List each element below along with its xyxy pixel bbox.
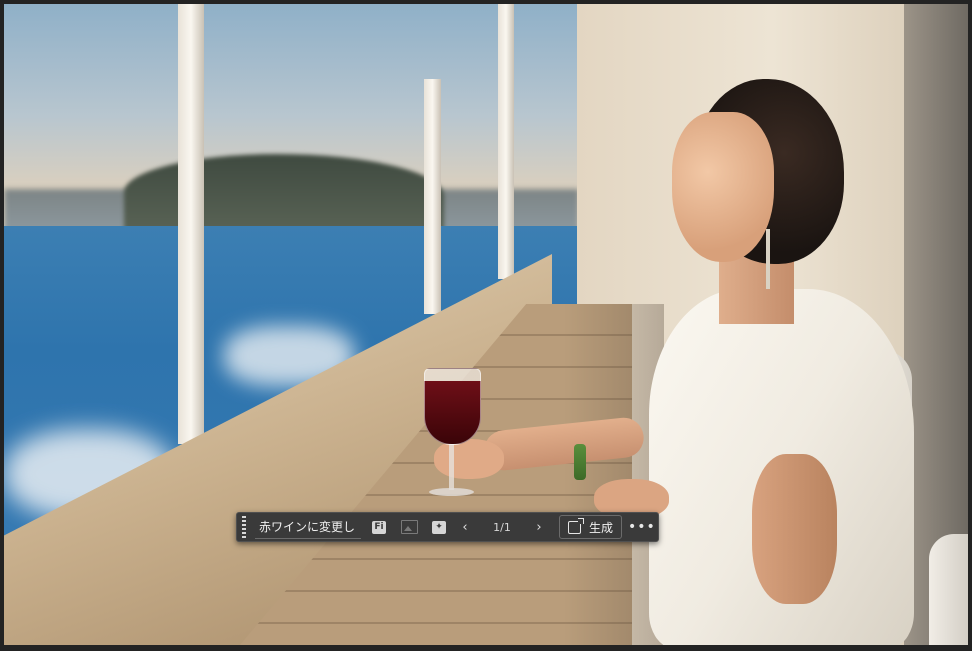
woman-arm: [752, 454, 837, 604]
firefly-icon: Fi: [372, 520, 386, 534]
chevron-left-icon: ‹: [462, 519, 468, 535]
wine-glass-stem: [449, 442, 454, 490]
contextual-task-bar: 赤ワインに変更し Fi ✦ ‹ 1/1 › 生成 •••: [236, 512, 659, 542]
prompt-input[interactable]: 赤ワインに変更し: [255, 515, 361, 539]
woman-hand: [434, 439, 504, 479]
next-variation-button[interactable]: ›: [527, 515, 551, 539]
generative-fill-button[interactable]: ✦: [427, 515, 451, 539]
railing-pole: [498, 4, 514, 279]
railing-pole: [424, 79, 441, 314]
more-options-icon: •••: [628, 519, 656, 535]
document-canvas[interactable]: [4, 4, 968, 645]
bracelet: [574, 444, 586, 480]
generate-icon: [568, 517, 584, 534]
earring: [766, 229, 770, 289]
variation-counter: 1/1: [493, 520, 511, 534]
firefly-button[interactable]: Fi: [367, 515, 391, 539]
generate-label: 生成: [589, 520, 614, 535]
image-icon: [400, 520, 418, 534]
more-options-button[interactable]: •••: [628, 515, 656, 539]
railing-pole: [178, 4, 204, 444]
grip-handle-icon[interactable]: [239, 513, 249, 541]
wine-glass-foot: [429, 488, 474, 496]
generative-fill-icon: ✦: [432, 520, 446, 534]
white-chair: [929, 534, 968, 645]
generate-button[interactable]: 生成: [559, 515, 623, 539]
previous-variation-button[interactable]: ‹: [453, 515, 477, 539]
island-hill: [124, 154, 444, 234]
red-wine-glass: [424, 368, 481, 445]
reference-image-button[interactable]: [397, 515, 421, 539]
woman-face: [672, 112, 774, 262]
chevron-right-icon: ›: [536, 519, 542, 535]
